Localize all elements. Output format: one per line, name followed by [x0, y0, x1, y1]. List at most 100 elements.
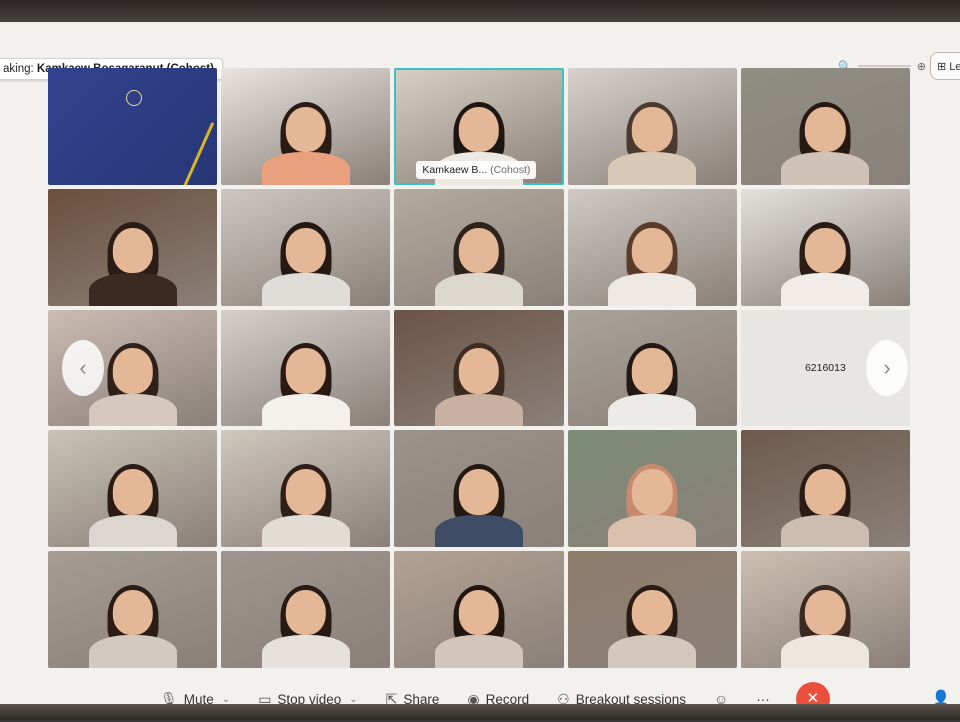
participant-tile[interactable]: [394, 188, 564, 306]
participant-face: [285, 589, 327, 636]
participant-face: [112, 469, 153, 515]
participant-body: [434, 393, 523, 427]
zoom-slider[interactable]: [857, 65, 911, 67]
participant-body: [88, 272, 177, 306]
participant-video: [434, 222, 523, 306]
participant-body: [608, 393, 697, 427]
participant-face: [285, 227, 327, 273]
participant-tile[interactable]: [221, 68, 391, 185]
participant-tile[interactable]: [221, 309, 391, 427]
participant-face: [458, 469, 500, 515]
participant-face: [631, 469, 673, 515]
participant-video: [781, 464, 870, 548]
participant-body: [608, 514, 697, 548]
participant-face: [805, 469, 846, 515]
decorative-stripe: [183, 121, 218, 185]
participant-video: [781, 222, 870, 306]
participant-tile[interactable]: [740, 430, 910, 548]
participant-video: [261, 584, 350, 668]
participant-body: [608, 272, 697, 306]
layout-label: Le: [949, 61, 960, 73]
participant-face: [458, 106, 500, 153]
participant-tile[interactable]: [740, 188, 910, 306]
monitor-bezel-bottom: [0, 704, 960, 720]
participant-tile[interactable]: [48, 188, 218, 306]
monitor-bezel-top: [0, 0, 960, 24]
participant-body: [781, 514, 870, 548]
participant-video: [434, 464, 523, 548]
participant-face: [805, 589, 846, 636]
participant-tile[interactable]: [394, 309, 564, 427]
video-grid: Kamkaew B... (Cohost) 6216013: [48, 68, 910, 668]
participant-body: [781, 272, 870, 306]
participant-tile[interactable]: [48, 68, 218, 185]
participant-video: [608, 464, 697, 548]
participant-face: [458, 589, 500, 636]
participant-video: [261, 464, 350, 548]
participant-tile[interactable]: [567, 430, 737, 548]
participant-name-label: Kamkaew B... (Cohost): [416, 160, 537, 179]
participant-body: [608, 635, 697, 668]
participant-tile[interactable]: [221, 430, 391, 548]
participant-face: [631, 348, 673, 394]
participant-body: [261, 635, 350, 668]
zoom-in-icon[interactable]: ⊕: [917, 60, 926, 73]
chevron-down-icon[interactable]: ⌄: [222, 694, 230, 705]
participant-tile[interactable]: [394, 551, 564, 668]
cohost-tag: (Cohost): [490, 163, 531, 176]
layout-icon: ⊞: [937, 61, 947, 73]
participant-body: [88, 514, 177, 548]
speaking-prefix: aking:: [3, 63, 34, 75]
participant-tile[interactable]: [48, 551, 218, 668]
participant-body: [261, 393, 350, 427]
participant-face: [112, 227, 153, 273]
participant-face: [285, 469, 327, 515]
chevron-down-icon[interactable]: ⌄: [349, 694, 357, 705]
participant-face: [285, 348, 327, 394]
participant-tile[interactable]: [48, 430, 218, 548]
participant-tile[interactable]: [567, 309, 737, 427]
participant-body: [261, 152, 350, 185]
participant-body: [88, 635, 177, 668]
participant-tile[interactable]: [567, 551, 737, 668]
participant-tile[interactable]: [740, 551, 910, 668]
previous-page-button[interactable]: ‹: [62, 340, 104, 396]
participant-tile[interactable]: [394, 430, 564, 548]
participant-face: [631, 106, 673, 153]
participant-tile[interactable]: [567, 68, 737, 185]
participant-face: [112, 348, 153, 394]
participant-tile[interactable]: [740, 68, 910, 185]
participant-face: [631, 227, 673, 273]
participant-tile[interactable]: Kamkaew B... (Cohost): [394, 68, 564, 185]
participant-tile[interactable]: [221, 551, 391, 668]
participant-video: [261, 101, 350, 185]
layout-button[interactable]: ⊞ Le: [930, 52, 960, 80]
participant-video: [261, 343, 350, 427]
participant-video: [608, 584, 697, 668]
participant-body: [781, 152, 870, 185]
participant-tile[interactable]: [567, 188, 737, 306]
participant-video: [608, 343, 697, 427]
participant-face: [285, 106, 327, 153]
participant-tile[interactable]: [221, 188, 391, 306]
participant-face: [805, 106, 846, 153]
participant-video: [88, 222, 177, 306]
next-page-button[interactable]: ›: [866, 340, 908, 396]
participant-face: [631, 589, 673, 636]
participant-body: [88, 393, 177, 427]
participant-name: Kamkaew B...: [422, 163, 488, 176]
participant-face: [458, 227, 500, 273]
participant-body: [608, 152, 697, 185]
participant-body: [261, 514, 350, 548]
participant-video: [781, 101, 870, 185]
seal-icon: [125, 90, 142, 106]
participant-body: [434, 272, 523, 306]
participant-face: [458, 348, 500, 394]
participant-body: [261, 272, 350, 306]
participant-face: [805, 227, 846, 273]
university-logo-card: [48, 68, 218, 185]
participant-video: [434, 343, 523, 427]
participant-body: [781, 635, 870, 668]
participant-video: [608, 222, 697, 306]
participant-video: [88, 464, 177, 548]
